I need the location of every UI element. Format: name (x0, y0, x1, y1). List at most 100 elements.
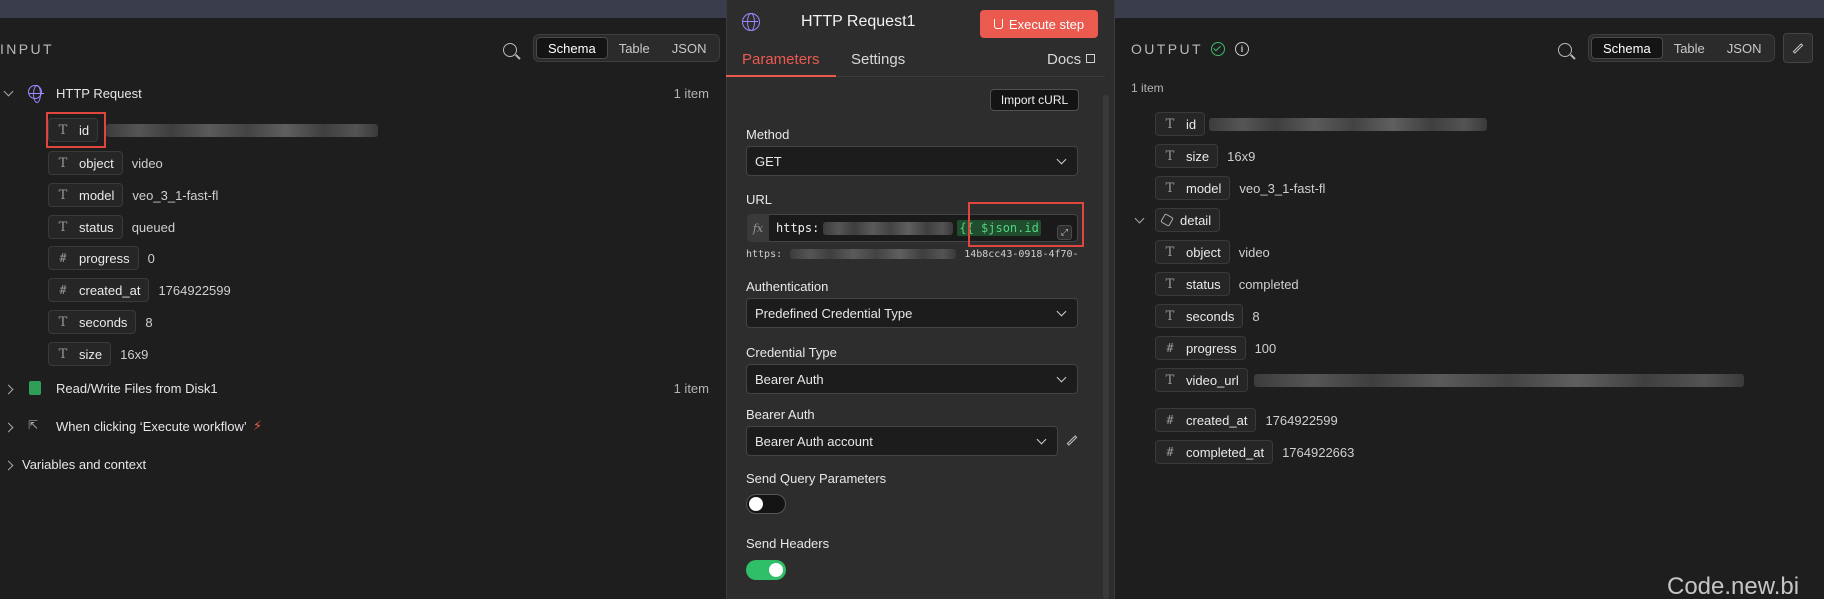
output-field-model[interactable]: Tmodel veo_3_1-fast-fl (1155, 176, 1325, 200)
method-select[interactable]: GET (746, 146, 1078, 176)
input-field-size[interactable]: Tsize 16x9 (48, 342, 148, 366)
field-value: 1764922599 (158, 282, 231, 298)
field-name: seconds (79, 314, 128, 330)
output-detail-created-at[interactable]: # created_at 1764922599 (1155, 408, 1338, 432)
tab-parameters[interactable]: Parameters (742, 51, 820, 68)
globe-icon (742, 13, 760, 31)
input-field-object[interactable]: Tobject video (48, 151, 163, 175)
edit-output-button[interactable] (1783, 33, 1813, 63)
input-node-read-write-files[interactable]: Read/Write Files from Disk1 1 item (0, 377, 715, 401)
cursor-click-icon: ⇱ (28, 418, 39, 432)
input-node-manual-trigger[interactable]: ⇱ When clicking ‘Execute workflow’ ⚡ (0, 415, 715, 439)
chevron-down-icon (1036, 434, 1047, 445)
lightning-icon: ⚡ (253, 418, 263, 433)
output-field-id[interactable]: Tid (1155, 112, 1488, 136)
send-headers-toggle[interactable] (746, 560, 786, 580)
field-value: completed (1238, 276, 1299, 292)
send-query-toggle[interactable] (746, 494, 786, 514)
bearer-auth-value: Bearer Auth account (755, 433, 873, 449)
chevron-down-icon[interactable] (1134, 213, 1145, 223)
text-type-icon: T (1165, 148, 1175, 164)
output-field-size[interactable]: Tsize 16x9 (1155, 144, 1255, 168)
send-headers-label: Send Headers (746, 536, 830, 551)
field-value: 1764922663 (1282, 444, 1355, 460)
number-type-icon: # (59, 283, 67, 297)
field-name: seconds (1186, 308, 1235, 324)
input-variables-context[interactable]: Variables and context (0, 453, 715, 477)
field-name: size (79, 346, 103, 362)
input-view-json[interactable]: JSON (661, 37, 718, 59)
field-name: completed_at (1186, 444, 1265, 460)
method-label: Method (746, 127, 790, 142)
output-detail-completed-at[interactable]: # completed_at 1764922663 (1155, 440, 1354, 464)
text-type-icon: T (58, 346, 68, 362)
import-curl-button[interactable]: Import cURL (990, 89, 1079, 111)
search-icon[interactable] (503, 43, 517, 57)
highlight-box (46, 112, 106, 148)
output-view-table[interactable]: Table (1663, 37, 1716, 59)
chevron-right-icon[interactable] (3, 384, 14, 395)
field-name: object (79, 155, 114, 171)
input-field-progress[interactable]: # progress 0 (48, 246, 155, 270)
field-value: 1764922599 (1265, 412, 1338, 428)
redacted-url-preview (790, 249, 957, 259)
output-detail-object[interactable]: Tobject video (1155, 240, 1270, 264)
method-value: GET (755, 153, 782, 169)
redacted-url (823, 221, 954, 235)
field-name: model (79, 187, 115, 203)
field-name: detail (1180, 212, 1212, 228)
scrollbar-track[interactable] (1103, 95, 1109, 599)
field-value: video (131, 155, 163, 171)
highlight-box (968, 202, 1084, 247)
input-view-schema[interactable]: Schema (536, 37, 608, 59)
expression-fx-icon: fx (747, 214, 769, 242)
active-tab-indicator (726, 75, 836, 77)
pencil-icon (1792, 43, 1804, 54)
input-field-created-at[interactable]: # created_at 1764922599 (48, 278, 231, 302)
credential-type-select[interactable]: Bearer Auth (746, 364, 1078, 394)
field-name: status (79, 219, 114, 235)
text-type-icon: T (1165, 372, 1175, 388)
input-field-seconds[interactable]: Tseconds 8 (48, 310, 153, 334)
output-detail-status[interactable]: Tstatus completed (1155, 272, 1299, 296)
url-prefix: https: (776, 221, 820, 235)
credential-type-label: Credential Type (746, 345, 837, 360)
url-preview-prefix: https: (746, 249, 783, 260)
number-type-icon: # (1166, 413, 1174, 427)
chevron-right-icon[interactable] (3, 422, 14, 433)
chevron-right-icon[interactable] (3, 460, 14, 471)
field-value: veo_3_1-fast-fl (1239, 180, 1326, 196)
input-node-http-request[interactable]: HTTP Request 1 item (0, 82, 715, 106)
info-icon[interactable]: i (1235, 42, 1249, 56)
output-object-detail[interactable]: detail (1134, 208, 1221, 232)
text-type-icon: T (1165, 180, 1175, 196)
authentication-select[interactable]: Predefined Credential Type (746, 298, 1078, 328)
execute-step-label: Execute step (1008, 16, 1085, 32)
input-view-table[interactable]: Table (608, 37, 661, 59)
field-name: id (1186, 116, 1197, 132)
output-detail-progress[interactable]: # progress 100 (1155, 336, 1276, 360)
search-icon[interactable] (1558, 43, 1572, 57)
input-field-status[interactable]: Tstatus queued (48, 215, 175, 239)
number-type-icon: # (1166, 341, 1174, 355)
number-type-icon: # (1166, 445, 1174, 459)
field-value: 100 (1254, 340, 1277, 356)
input-field-model[interactable]: Tmodel veo_3_1-fast-fl (48, 183, 218, 207)
output-detail-video-url[interactable]: Tvideo_url (1155, 368, 1744, 392)
field-value: 16x9 (120, 346, 149, 362)
chevron-down-icon[interactable] (3, 86, 14, 97)
node-title[interactable]: HTTP Request1 (801, 13, 915, 31)
output-view-json[interactable]: JSON (1716, 37, 1773, 59)
toggle-knob (769, 563, 783, 577)
execute-step-button[interactable]: Execute step (980, 10, 1098, 38)
docs-link[interactable]: Docs (1047, 51, 1096, 68)
output-view-schema[interactable]: Schema (1591, 37, 1663, 59)
object-type-icon (1160, 213, 1174, 227)
output-detail-seconds[interactable]: Tseconds 8 (1155, 304, 1260, 328)
external-link-icon (1086, 54, 1096, 63)
output-title: OUTPUT (1131, 41, 1203, 57)
chevron-down-icon (1056, 154, 1067, 165)
tab-settings[interactable]: Settings (851, 51, 905, 68)
send-query-label: Send Query Parameters (746, 471, 887, 486)
bearer-auth-select[interactable]: Bearer Auth account (746, 426, 1058, 456)
